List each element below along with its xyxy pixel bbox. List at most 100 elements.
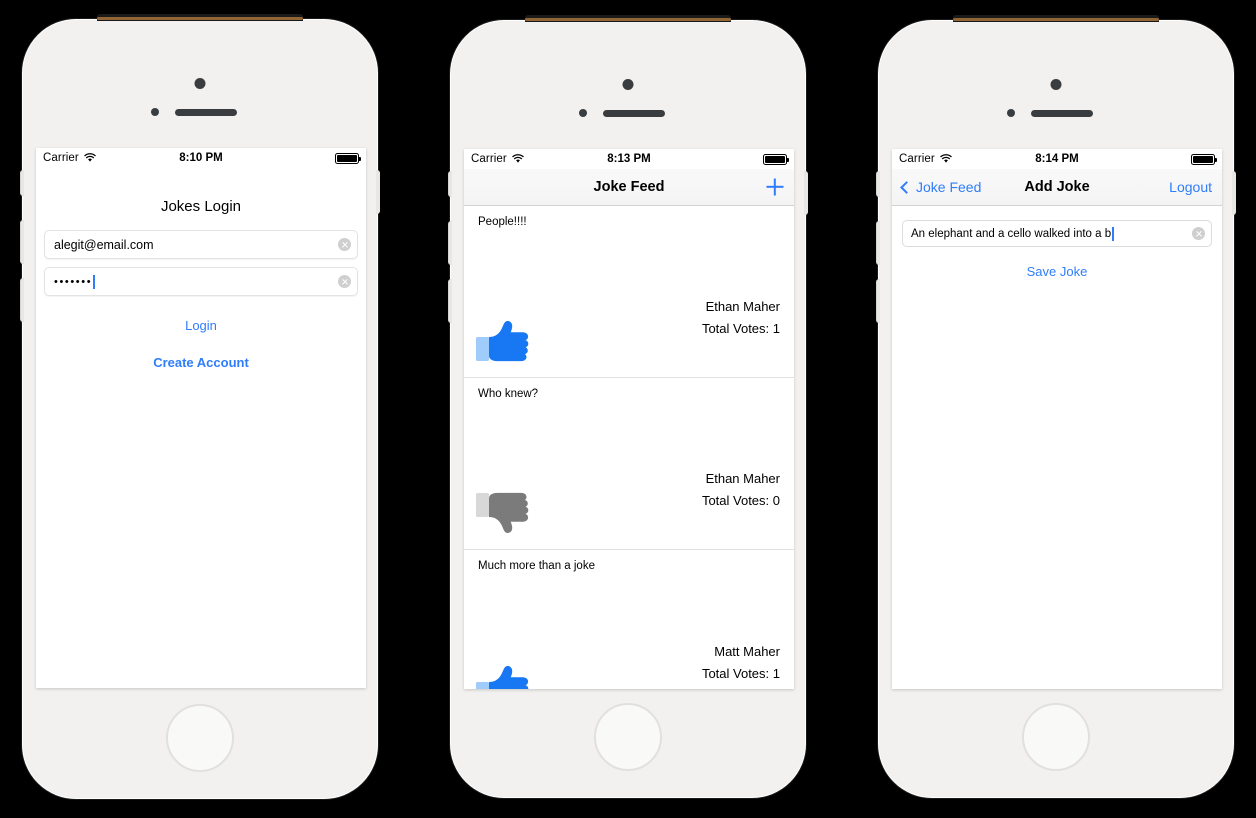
clear-field-icon[interactable] [338,275,351,288]
thumbs-up-icon[interactable] [474,315,532,367]
back-button-label: Joke Feed [916,179,982,195]
back-button[interactable]: Joke Feed [900,179,982,195]
battery-full-icon [763,153,789,165]
volume-up-button[interactable] [448,221,452,265]
joke-list-item[interactable]: Much more than a joke Matt Maher Total V… [464,550,794,689]
joke-feed-screen: Carrier 8:13 PM Joke Feed People!!!! Eth… [464,149,794,689]
home-button[interactable] [1022,703,1090,771]
joke-list-item[interactable]: People!!!! Ethan Maher Total Votes: 1 [464,206,794,378]
login-button[interactable]: Login [36,318,366,333]
silent-switch[interactable] [448,171,452,197]
joke-input-text: An elephant and a cello walked into a b [911,227,1112,240]
chevron-left-icon [900,180,913,194]
phone-top-accent [953,15,1159,22]
status-bar-left: Carrier [471,153,524,165]
battery-full-icon [1191,153,1217,165]
carrier-label: Carrier [471,153,507,165]
status-bar-right [1191,153,1217,165]
earpiece-speaker [603,110,665,117]
joke-meta: Matt Maher Total Votes: 1 [702,641,780,687]
proximity-sensor-icon [151,108,159,116]
save-joke-button[interactable]: Save Joke [902,264,1212,279]
status-bar-time: 8:13 PM [607,153,651,165]
battery-full-icon [335,152,361,164]
wifi-icon [512,154,524,163]
proximity-sensor-icon [579,109,587,117]
phone-top-accent [525,15,731,22]
volume-down-button[interactable] [876,279,880,323]
joke-author: Ethan Maher [705,470,780,486]
login-form: Jokes Login alegit@email.com ••••••• Log… [36,198,366,688]
power-button[interactable] [1232,171,1236,215]
phone-top-accent [97,14,303,21]
volume-down-button[interactable] [20,278,24,322]
earpiece-speaker [1031,110,1093,117]
power-button[interactable] [376,170,380,214]
joke-list[interactable]: People!!!! Ethan Maher Total Votes: 1 Wh… [464,206,794,689]
page-title: Jokes Login [160,198,242,215]
proximity-sensor-icon [1007,109,1015,117]
create-account-button[interactable]: Create Account [36,355,366,370]
silent-switch[interactable] [876,171,880,197]
home-button[interactable] [166,704,234,772]
password-field-value: ••••••• [54,274,338,289]
joke-author: Matt Maher [714,643,780,659]
page-title: Add Joke [1024,179,1090,195]
email-field-value: alegit@email.com [54,237,154,252]
status-bar: Carrier 8:10 PM [36,148,366,168]
carrier-label: Carrier [899,153,935,165]
joke-votes: Total Votes: 1 [701,666,780,682]
email-field[interactable]: alegit@email.com [44,230,358,259]
home-button[interactable] [594,703,662,771]
joke-meta: Ethan Maher Total Votes: 1 [702,296,780,342]
navigation-bar: Joke Feed Add Joke Logout [892,169,1222,206]
joke-input-value: An elephant and a cello walked into a b [911,226,1192,241]
add-joke-form: An elephant and a cello walked into a b … [892,206,1222,689]
login-screen: Carrier 8:10 PM Jokes Login alegit@email… [36,148,366,688]
earpiece-speaker [175,109,237,116]
joke-meta: Ethan Maher Total Votes: 0 [702,468,780,514]
text-cursor [1112,226,1114,241]
front-camera-icon [194,78,206,89]
wifi-icon [940,154,952,163]
joke-text: Who knew? [478,388,539,400]
wifi-icon [84,153,96,162]
status-bar-left: Carrier [43,152,96,164]
login-phone: Carrier 8:10 PM Jokes Login alegit@email… [20,14,380,799]
carrier-label: Carrier [43,152,79,164]
thumbs-down-icon[interactable] [474,487,532,539]
clear-field-icon[interactable] [338,238,351,251]
status-bar-right [335,152,361,164]
front-camera-icon [1050,79,1062,90]
clear-field-icon[interactable] [1192,227,1205,240]
joke-list-item[interactable]: Who knew? Ethan Maher Total Votes: 0 [464,378,794,550]
add-joke-screen: Carrier 8:14 PM Joke Feed Add Joke Logou… [892,149,1222,689]
status-bar-time: 8:10 PM [179,152,223,164]
status-bar-right [763,153,789,165]
status-bar: Carrier 8:14 PM [892,149,1222,169]
text-cursor [93,274,95,289]
volume-up-button[interactable] [876,221,880,265]
power-button[interactable] [804,171,808,215]
password-field[interactable]: ••••••• [44,267,358,296]
joke-text: Much more than a joke [478,560,595,572]
joke-text: People!!!! [478,216,527,228]
front-camera-icon [622,79,634,90]
volume-up-button[interactable] [20,220,24,264]
thumbs-up-icon[interactable] [474,660,532,689]
password-dots: ••••••• [54,275,93,288]
feed-phone: Carrier 8:13 PM Joke Feed People!!!! Eth… [448,15,808,798]
joke-votes: Total Votes: 0 [701,493,780,509]
logout-button[interactable]: Logout [1169,179,1212,195]
page-title: Joke Feed [593,179,665,195]
silent-switch[interactable] [20,170,24,196]
status-bar-left: Carrier [899,153,952,165]
plus-icon[interactable] [766,178,784,196]
joke-input-field[interactable]: An elephant and a cello walked into a b [902,220,1212,247]
status-bar-time: 8:14 PM [1035,153,1079,165]
navigation-bar: Joke Feed [464,169,794,206]
volume-down-button[interactable] [448,279,452,323]
phone-mockup-stage: Carrier 8:10 PM Jokes Login alegit@email… [0,0,1256,818]
joke-votes: Total Votes: 1 [701,321,780,337]
login-fields: alegit@email.com ••••••• [36,230,366,296]
